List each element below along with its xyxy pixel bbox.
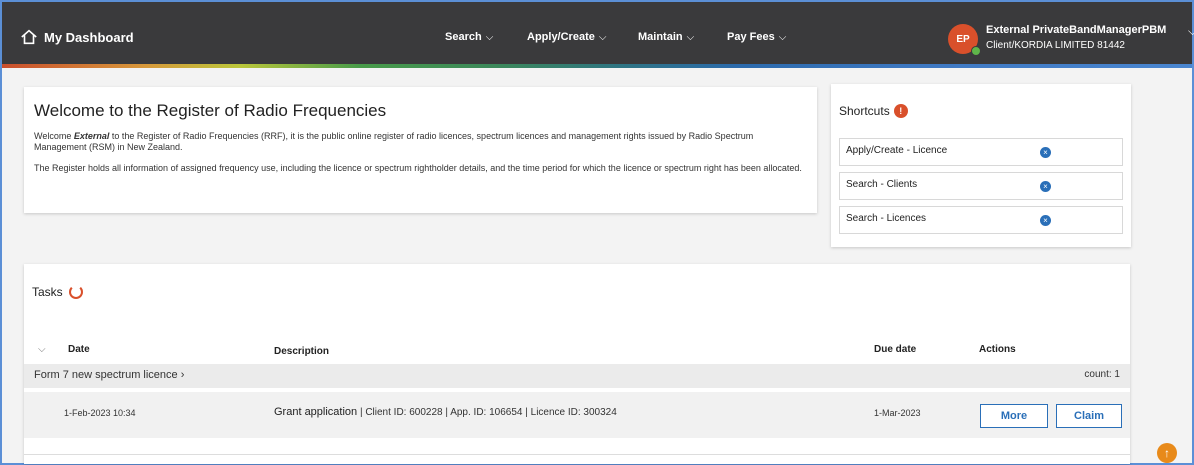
chevron-down-icon: ⌵	[598, 31, 607, 43]
tasks-title: Tasks	[32, 285, 63, 299]
column-header-due-date[interactable]: Due date	[874, 344, 916, 355]
task-date: 1-Feb-2023 10:34	[64, 408, 136, 418]
dashboard-home-link[interactable]: My Dashboard	[20, 28, 134, 46]
nav-pay-fees[interactable]: Pay Fees ⌵	[727, 31, 786, 43]
brand-color-stripe	[2, 64, 1192, 68]
scroll-to-top-button[interactable]: ↑	[1157, 443, 1177, 463]
welcome-paragraph-2: The Register holds all information of as…	[34, 163, 802, 173]
avatar: EP	[948, 24, 981, 56]
column-header-actions: Actions	[979, 344, 1016, 355]
user-name: External PrivateBandManagerPBM	[986, 24, 1167, 36]
nav-search[interactable]: Search ⌵	[445, 31, 493, 43]
table-row: 1-Feb-2023 10:34 Grant application | Cli…	[24, 392, 1130, 438]
shortcut-search-licences[interactable]: Search - Licences ×	[839, 206, 1123, 234]
task-description: Grant application | Client ID: 600228 | …	[274, 406, 617, 418]
nav-apply-create-label: Apply/Create	[527, 31, 595, 43]
nav-apply-create[interactable]: Apply/Create ⌵	[527, 31, 606, 43]
task-group-count: count: 1	[1084, 369, 1120, 380]
welcome-user-name: External	[73, 131, 110, 141]
chevron-right-icon: ›	[180, 369, 185, 381]
info-badge-icon: !	[893, 104, 908, 118]
chevron-down-icon: ⌵	[778, 31, 787, 43]
shortcuts-header: Shortcuts !	[839, 104, 1123, 118]
nav-search-label: Search	[445, 31, 482, 43]
remove-shortcut-icon[interactable]: ×	[1040, 215, 1051, 226]
refresh-icon[interactable]	[68, 285, 83, 299]
tasks-panel: Tasks ⌵ Date Description Due date Action…	[24, 264, 1130, 464]
collapse-all-icon[interactable]: ⌵	[38, 344, 46, 355]
nav-maintain[interactable]: Maintain ⌵	[638, 31, 694, 43]
home-icon	[21, 29, 37, 45]
home-label: My Dashboard	[44, 29, 134, 45]
task-description-title: Grant application	[274, 406, 358, 418]
shortcut-apply-create-licence[interactable]: Apply/Create - Licence ×	[839, 138, 1123, 166]
shortcut-label: Apply/Create - Licence	[846, 145, 948, 156]
nav-pay-fees-label: Pay Fees	[727, 31, 775, 43]
welcome-title: Welcome to the Register of Radio Frequen…	[34, 101, 387, 120]
more-button[interactable]: More	[980, 404, 1048, 428]
online-status-icon	[971, 46, 981, 56]
shortcuts-title: Shortcuts	[839, 104, 890, 118]
top-navigation-bar: My Dashboard Search ⌵ Apply/Create ⌵ Mai…	[2, 2, 1194, 68]
nav-maintain-label: Maintain	[638, 31, 683, 43]
welcome-panel: Welcome to the Register of Radio Frequen…	[24, 87, 817, 213]
avatar-initials: EP	[956, 33, 970, 45]
column-header-date[interactable]: Date	[68, 344, 90, 355]
welcome-paragraph-1: Welcome External to the Register of Radi…	[34, 131, 807, 153]
task-group-row[interactable]: Form 7 new spectrum licence › count: 1	[24, 364, 1130, 388]
task-description-details: | Client ID: 600228 | App. ID: 106654 | …	[357, 407, 617, 418]
chevron-down-icon: ⌵	[485, 31, 494, 43]
welcome-paragraph-1-text: to the Register of Radio Frequencies (RR…	[34, 131, 754, 152]
welcome-prefix: Welcome	[34, 131, 74, 141]
remove-shortcut-icon[interactable]: ×	[1040, 147, 1051, 158]
chevron-down-icon: ⌵	[1188, 24, 1194, 38]
task-group-label: Form 7 new spectrum licence	[34, 369, 178, 381]
tasks-footer	[24, 454, 1130, 464]
shortcut-label: Search - Licences	[846, 213, 927, 224]
tasks-header: Tasks	[32, 285, 83, 299]
shortcut-search-clients[interactable]: Search - Clients ×	[839, 172, 1123, 200]
chevron-down-icon: ⌵	[686, 31, 695, 43]
user-menu[interactable]: EP External PrivateBandManagerPBM Client…	[948, 24, 1194, 56]
column-header-description[interactable]: Description	[274, 346, 329, 357]
shortcuts-panel: Shortcuts ! Apply/Create - Licence × Sea…	[831, 84, 1131, 247]
user-client: Client/KORDIA LIMITED 81442	[986, 40, 1125, 51]
task-due-date: 1-Mar-2023	[874, 408, 921, 418]
shortcut-label: Search - Clients	[846, 179, 918, 190]
claim-button[interactable]: Claim	[1056, 404, 1122, 428]
remove-shortcut-icon[interactable]: ×	[1040, 181, 1051, 192]
